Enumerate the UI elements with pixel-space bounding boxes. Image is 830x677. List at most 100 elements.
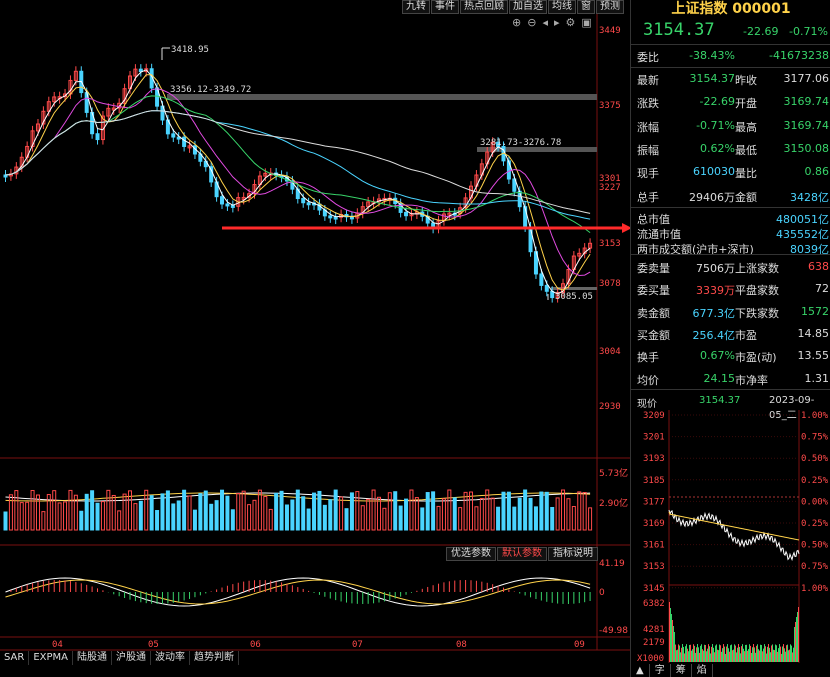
volume-bar <box>382 507 387 531</box>
current-price: 3154.37 <box>643 20 715 40</box>
intraday-volume-bar <box>674 632 675 662</box>
volume-bar <box>349 492 354 531</box>
intraday-volume-bar <box>739 646 740 662</box>
intraday-volume-bar <box>703 650 704 662</box>
panel-tab-chips[interactable]: 筹 <box>671 664 692 677</box>
volume-bar <box>198 493 203 531</box>
toolbar-hotspot-button[interactable]: 热点回顾 <box>460 0 508 14</box>
fullscreen-icon[interactable]: ▣ <box>581 16 591 29</box>
intraday-volume-bar <box>678 644 679 662</box>
intraday-volume-bar <box>682 644 683 662</box>
field-label: 市盈(动) <box>735 351 777 365</box>
volume-bar <box>414 497 419 531</box>
intraday-volume-bar <box>767 646 768 662</box>
intraday-volume-bar <box>680 652 681 662</box>
tab-volatility[interactable]: 波动率 <box>151 651 190 665</box>
move-left-icon[interactable]: ◂ <box>542 16 548 29</box>
intraday-volume-bar <box>719 644 720 662</box>
volume-bar <box>469 491 474 531</box>
intraday-volume-bar <box>707 648 708 662</box>
intraday-volume-bar <box>744 651 745 662</box>
tab-trend[interactable]: 趋势判断 <box>190 651 239 665</box>
field-label: 最高 <box>735 120 757 134</box>
tab-indicator-help[interactable]: 指标说明 <box>548 547 598 561</box>
field-value: -38.43% <box>689 49 735 62</box>
move-right-icon[interactable]: ▸ <box>554 16 560 29</box>
intraday-volume-bar <box>675 644 676 662</box>
market-value-row: 两市成交额(沪市+深市) 8039亿 <box>631 239 830 256</box>
field-label: 开盘 <box>735 97 757 111</box>
intraday-volume-bar <box>733 649 734 662</box>
quote-row: 振幅 0.62% 最低 3150.08 <box>631 138 830 159</box>
volume-bar <box>220 489 225 531</box>
toolbar-jiuzhuan-button[interactable]: 九转 <box>402 0 430 14</box>
field-value: -41673238 <box>769 49 829 62</box>
volume-bar <box>398 505 403 531</box>
volume-bar <box>41 511 46 531</box>
intraday-volume-tick: 2179 <box>643 638 665 648</box>
volume-bar <box>230 509 235 531</box>
intraday-volume-bar <box>723 644 724 662</box>
kline-chart[interactable]: 3418.95 3356.12-3349.72 3281.73-3276.78 … <box>0 0 630 677</box>
month-label: 06 <box>250 640 261 650</box>
tab-preferred-params[interactable]: 优选参数 <box>446 547 496 561</box>
toolbar-window-button[interactable]: 窗 <box>577 0 595 14</box>
intraday-price-tick: 3161 <box>643 541 665 551</box>
toolbar-ma-button[interactable]: 均线 <box>548 0 576 14</box>
candle <box>230 204 235 208</box>
intraday-price: 3154.37 <box>699 395 741 406</box>
volume-bar <box>566 498 571 531</box>
field-value: 3150.08 <box>783 141 830 155</box>
tab-lugutong[interactable]: 陆股通 <box>73 651 112 665</box>
intraday-volume-bar <box>671 614 672 662</box>
intraday-volume-bar <box>775 644 776 662</box>
panel-tab-flame[interactable]: 焰 <box>692 664 713 677</box>
tab-sar[interactable]: SAR <box>0 651 30 665</box>
intraday-volume-bar <box>789 649 790 662</box>
month-label: 09 <box>574 640 585 650</box>
market-row: 均价 24.15 市净率 1.31 <box>631 368 830 389</box>
field-label: 现手 <box>637 167 659 181</box>
toolbar-events-button[interactable]: 事件 <box>431 0 459 14</box>
tab-default-params[interactable]: 默认参数 <box>497 547 547 561</box>
intraday-volume-bar <box>677 649 678 662</box>
intraday-volume-bar <box>732 650 733 662</box>
intraday-volume-bar <box>710 653 711 662</box>
field-label: 下跌家数 <box>735 306 779 320</box>
intraday-volume-bar <box>690 644 691 662</box>
panel-tab-text[interactable]: 字 <box>650 664 671 677</box>
intraday-volume-bar <box>754 647 755 662</box>
intraday-volume-bar <box>741 646 742 662</box>
intraday-volume-bar <box>786 645 787 662</box>
volume-bar <box>30 489 35 531</box>
market-row: 换手 0.67% 市盈(动) 13.55 <box>631 345 830 366</box>
intraday-chart[interactable]: 3209 3201 3193 3185 3177 3169 3161 3153 3145 1.0… <box>631 410 830 663</box>
toolbar-add-watchlist-button[interactable]: 加自选 <box>509 0 547 14</box>
volume-bar <box>68 489 73 531</box>
settings-icon[interactable]: ⚙ <box>566 16 576 29</box>
tab-hugutong[interactable]: 沪股通 <box>112 651 151 665</box>
toolbar-forecast-button[interactable]: 预测 <box>596 0 624 14</box>
intraday-price-tick: 3201 <box>643 433 665 443</box>
volume-bar <box>155 510 160 531</box>
intraday-pct-tick: 0.50% <box>801 454 829 464</box>
candle <box>544 284 549 292</box>
zoom-in-icon[interactable]: ⊕ <box>512 16 521 29</box>
intraday-volume-bar <box>672 620 673 662</box>
intraday-pct-tick: 0.75% <box>801 562 829 572</box>
field-value: 0.67% <box>700 349 735 363</box>
volume-bar <box>344 508 349 531</box>
intraday-volume-bar <box>759 650 760 662</box>
volume-bar <box>528 497 533 531</box>
volume-bar <box>236 492 241 531</box>
panel-tab-arrow-icon[interactable]: ▲ <box>631 664 650 677</box>
tab-expma[interactable]: EXPMA <box>29 651 73 665</box>
volume-bar <box>301 496 306 531</box>
volume-bar <box>214 500 219 531</box>
intraday-volume-bar <box>714 652 715 662</box>
price-tick: 3375 <box>599 101 621 111</box>
volume-bar <box>425 492 430 531</box>
volume-bar <box>317 490 322 531</box>
zoom-out-icon[interactable]: ⊖ <box>527 16 536 29</box>
intraday-price-tick: 3185 <box>643 476 665 486</box>
